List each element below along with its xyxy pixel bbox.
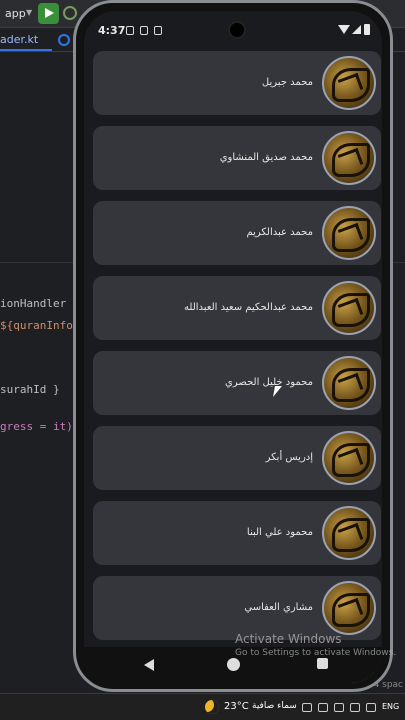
signal-icon xyxy=(352,25,361,34)
tray-icon[interactable] xyxy=(302,703,312,712)
reciter-avatar xyxy=(322,581,376,635)
network-icon[interactable] xyxy=(334,703,344,712)
moon-weather-icon[interactable] xyxy=(205,700,219,714)
status-bar: 4:37 xyxy=(84,11,382,49)
emulator-device: 4:37 محمد جبريل محمد صديق المنشاوي محمد … xyxy=(73,0,393,692)
activate-windows-title: Activate Windows xyxy=(235,632,342,646)
notification-icon xyxy=(140,26,148,35)
reciter-name: محمد جبريل xyxy=(261,77,313,88)
run-button[interactable] xyxy=(38,3,59,24)
weather-temperature[interactable]: 23°C xyxy=(224,701,249,712)
code-line: ionHandler { xyxy=(0,297,80,310)
reciter-card[interactable]: محمد عبدالحكيم سعيد العبدالله xyxy=(93,276,381,340)
editor-tab[interactable]: ader.kt xyxy=(0,33,38,46)
reciter-avatar xyxy=(322,281,376,335)
windows-taskbar: 23°C سماء صافية ENG xyxy=(0,693,405,720)
run-config-selector[interactable]: app xyxy=(5,7,26,20)
status-time: 4:37 xyxy=(98,24,126,37)
weather-description[interactable]: سماء صافية xyxy=(252,701,297,711)
activate-windows-subtitle: Go to Settings to activate Windows. xyxy=(235,648,397,658)
reciter-card[interactable]: محمد عبدالكريم xyxy=(93,201,381,265)
reciter-name: محمود خليل الحصري xyxy=(225,377,313,388)
debug-icon[interactable] xyxy=(63,6,77,20)
tray-icon[interactable] xyxy=(318,703,328,712)
reciter-card[interactable]: مشاري العفاسي xyxy=(93,576,381,640)
reciter-name: محمود علي البنا xyxy=(246,527,313,538)
code-line: ${quranInfo. xyxy=(0,319,80,332)
reciter-name: مشاري العفاسي xyxy=(244,602,313,613)
reciter-card[interactable]: إدريس أبكر xyxy=(93,426,381,490)
camera-cutout xyxy=(228,21,246,39)
reciter-card[interactable]: محمد جبريل xyxy=(93,51,381,115)
reciter-avatar xyxy=(322,431,376,485)
back-icon[interactable] xyxy=(144,659,154,671)
reciter-avatar xyxy=(322,506,376,560)
reciter-avatar xyxy=(322,206,376,260)
language-indicator[interactable]: ENG xyxy=(382,702,399,711)
reciter-name: محمد عبدالحكيم سعيد العبدالله xyxy=(184,302,313,313)
reciter-name: محمد صديق المنشاوي xyxy=(219,152,313,163)
reciter-avatar xyxy=(322,356,376,410)
reciter-card[interactable]: محمد صديق المنشاوي xyxy=(93,126,381,190)
recents-icon[interactable] xyxy=(317,658,328,669)
kotlin-file-icon[interactable] xyxy=(58,34,70,46)
battery-icon xyxy=(364,24,370,35)
reciter-avatar xyxy=(322,131,376,185)
reciter-name: محمد عبدالكريم xyxy=(246,227,313,238)
notification-icon xyxy=(154,26,162,35)
wifi-icon xyxy=(338,25,350,34)
code-line: gress = it) xyxy=(0,420,73,433)
device-screen: 4:37 محمد جبريل محمد صديق المنشاوي محمد … xyxy=(84,11,382,683)
home-icon[interactable] xyxy=(227,658,240,671)
active-tab-indicator xyxy=(0,49,52,51)
reciter-name: إدريس أبكر xyxy=(265,452,313,463)
chevron-down-icon[interactable]: ▼ xyxy=(26,8,34,17)
reciter-card[interactable]: محمود علي البنا xyxy=(93,501,381,565)
reciter-card[interactable]: محمود خليل الحصري xyxy=(93,351,381,415)
reciter-avatar xyxy=(322,56,376,110)
volume-icon[interactable] xyxy=(350,703,360,712)
code-line: surahId } xyxy=(0,383,60,396)
notification-icon xyxy=(126,26,134,35)
battery-icon[interactable] xyxy=(366,703,376,712)
